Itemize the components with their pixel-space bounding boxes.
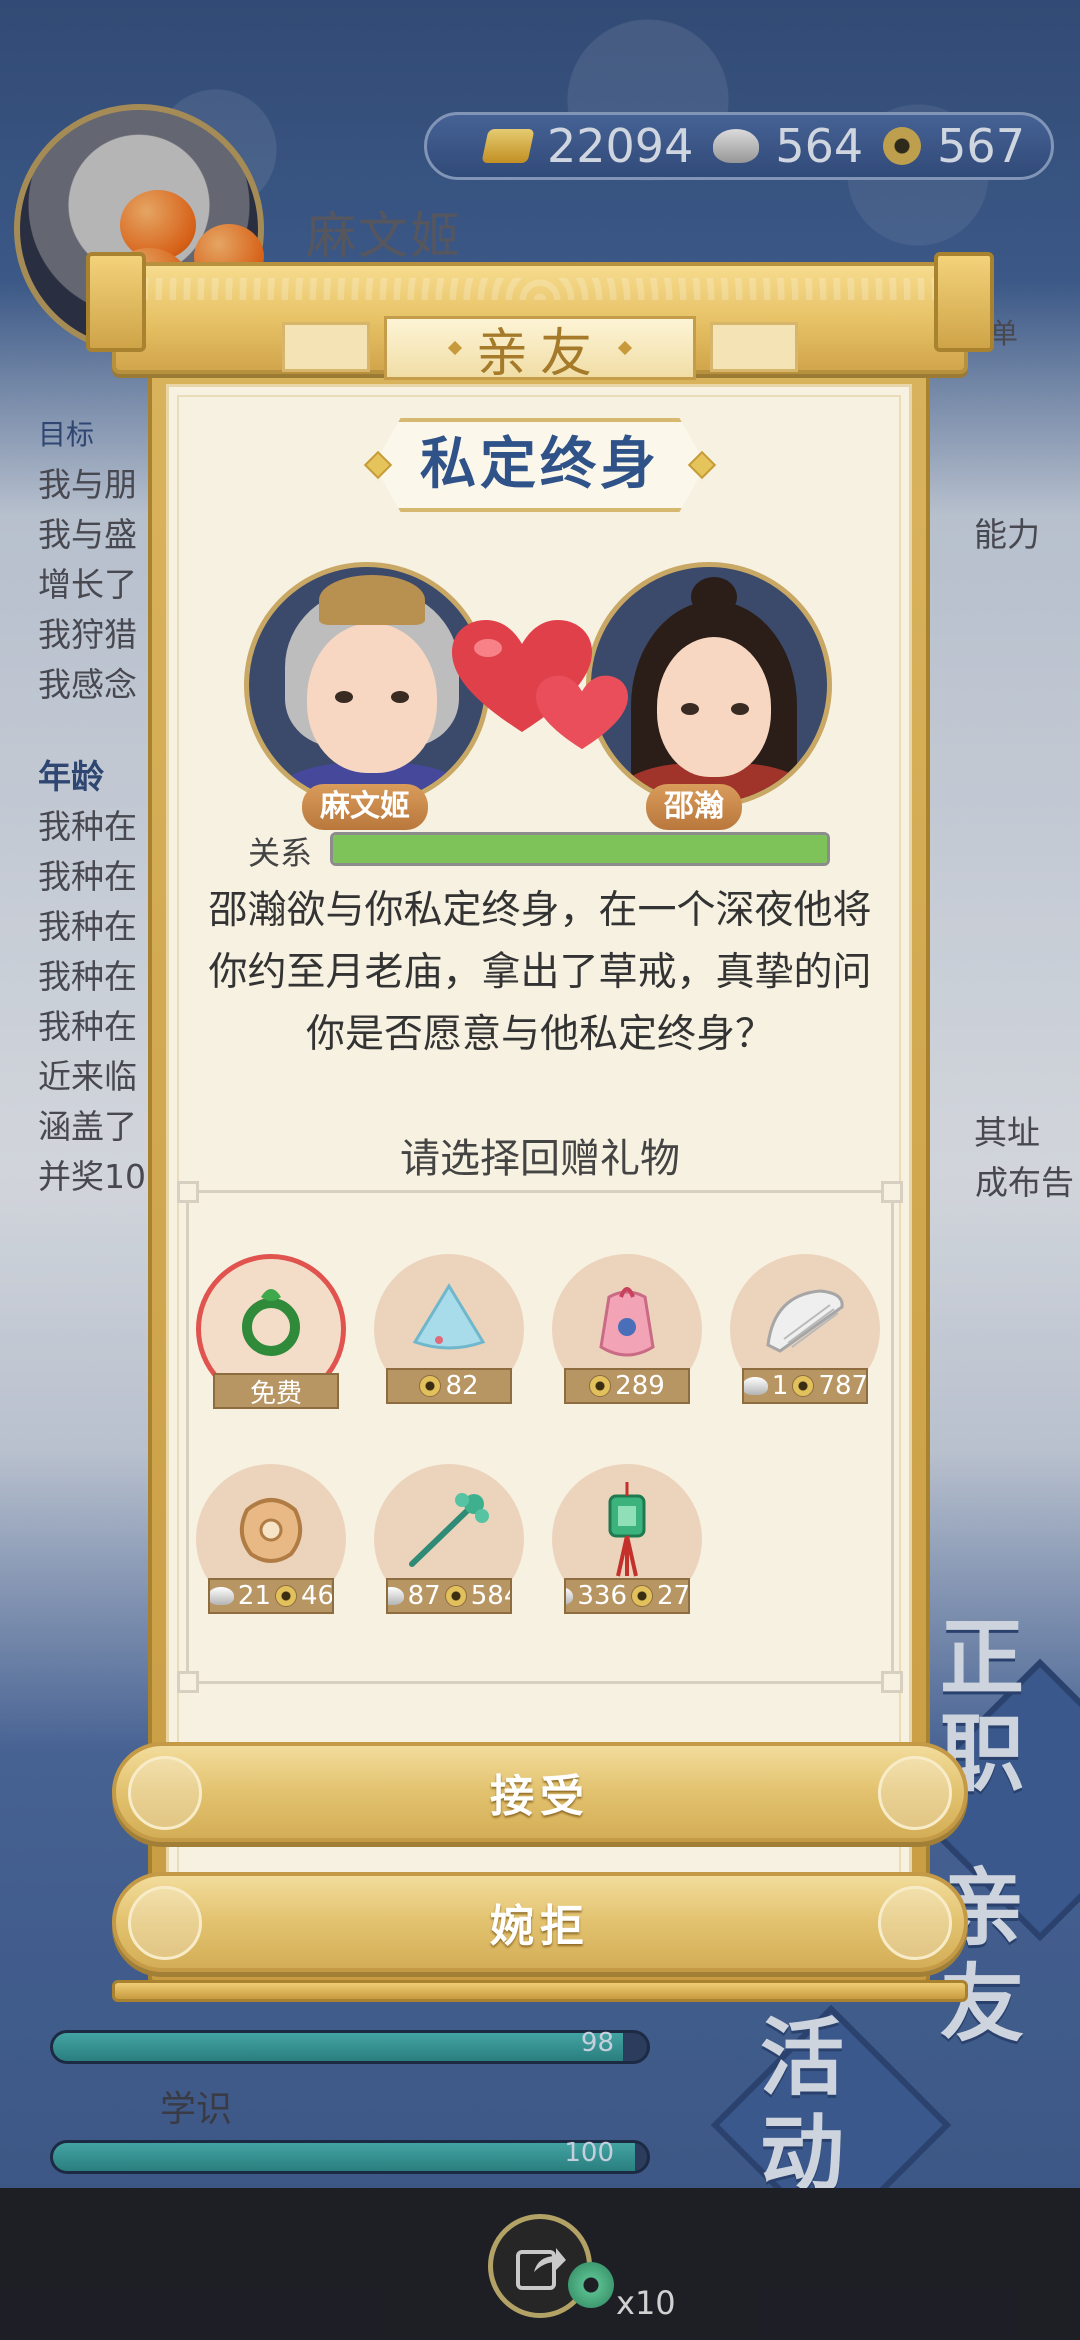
scroll-ornament — [878, 1756, 952, 1830]
gift-prompt: 请选择回赠礼物 — [400, 1136, 680, 1182]
event-title-plate: 私定终身 — [363, 418, 717, 512]
gift-hairpin[interactable]: 87 584 — [374, 1464, 524, 1614]
event-story: 邵瀚欲与你私定终身，在一个深夜他将你约至月老庙，拿出了草戒，真挚的问你是否愿意与… — [208, 888, 872, 1057]
frame-corner — [881, 1671, 903, 1693]
silver-ingot-icon — [388, 1587, 404, 1605]
gift-copper: 787 — [818, 1371, 868, 1401]
accept-button[interactable]: 接受 — [112, 1742, 968, 1842]
copper-coin-icon — [444, 1585, 467, 1607]
gift-price-text: 免费 — [249, 1378, 302, 1409]
decline-label: 婉拒 — [490, 1901, 590, 1952]
gift-jade-tassel[interactable]: 336 270 — [552, 1464, 702, 1614]
hair-bun — [691, 577, 737, 617]
event-title: 私定终身 — [420, 432, 660, 497]
frame-corner — [177, 1671, 199, 1693]
gift-copper: 289 — [615, 1371, 665, 1401]
gift-price: 289 — [564, 1368, 690, 1404]
gift-copper: 82 — [445, 1371, 479, 1401]
hairpin-icon — [409, 1493, 489, 1567]
eye — [731, 703, 749, 715]
copper-coin-icon — [419, 1375, 442, 1397]
hat — [319, 575, 425, 625]
jade-pendant-icon — [239, 1498, 303, 1563]
gift-copper: 270 — [657, 1581, 690, 1611]
gift-price: 1 787 — [742, 1368, 868, 1404]
decline-button[interactable]: 婉拒 — [112, 1872, 968, 1972]
eye — [335, 691, 353, 703]
copper-coin-icon — [792, 1375, 815, 1397]
copper-coin-icon — [631, 1585, 653, 1607]
comb-icon — [766, 1289, 844, 1353]
gift-price: 336 270 — [564, 1578, 690, 1614]
face — [307, 623, 437, 773]
dialog-category-label: 亲友 — [475, 323, 604, 384]
frame-corner — [881, 1181, 903, 1203]
dialog-category: 亲友 — [384, 316, 696, 384]
copper-coin-icon — [589, 1375, 612, 1397]
silver-ingot-icon — [566, 1587, 574, 1605]
gift-comb[interactable]: 1 787 — [730, 1254, 880, 1404]
gift-sachet[interactable]: 289 — [552, 1254, 702, 1404]
scroll-ornament — [128, 1886, 202, 1960]
relation-label: 关系 — [248, 834, 313, 872]
handkerchief-icon — [412, 1283, 486, 1350]
scroll-footer — [112, 1980, 968, 2002]
gift-silver: 1 — [771, 1371, 789, 1401]
eye — [391, 691, 409, 703]
accept-label: 接受 — [490, 1771, 590, 1822]
gift-copper: 584 — [470, 1581, 510, 1611]
gift-price: 免费 — [213, 1373, 339, 1409]
gift-price: 21 46 — [208, 1578, 334, 1614]
character-name-left: 麻文姬 — [302, 784, 428, 830]
gift-grass-ring[interactable]: 免费 — [196, 1254, 346, 1409]
scroll-end-left — [86, 252, 146, 352]
eye — [681, 703, 699, 715]
face — [657, 637, 771, 777]
gift-jade-pendant[interactable]: 21 46 — [196, 1464, 346, 1614]
header-ornament — [282, 322, 370, 372]
header-ornament — [710, 322, 798, 372]
gift-copper: 46 — [301, 1581, 334, 1611]
relation-fill — [333, 835, 827, 863]
jade-tassel-icon — [608, 1482, 646, 1577]
scroll-ornament — [878, 1886, 952, 1960]
silver-ingot-icon — [210, 1587, 234, 1605]
frame-corner — [177, 1181, 199, 1203]
gift-handkerchief[interactable]: 82 — [374, 1254, 524, 1404]
silver-ingot-icon — [744, 1377, 768, 1395]
ornament-dot — [617, 340, 633, 356]
scroll-ornament — [128, 1756, 202, 1830]
gift-price: 87 584 — [386, 1578, 512, 1614]
sachet-icon — [599, 1287, 655, 1357]
copper-coin-icon — [275, 1585, 297, 1607]
grass-ring-icon — [242, 1288, 300, 1356]
ornament-dot — [447, 340, 463, 356]
gift-silver: 87 — [407, 1581, 441, 1611]
relation-bar — [330, 832, 830, 866]
heart-icon — [536, 675, 628, 750]
character-name-right: 邵瀚 — [646, 784, 742, 830]
gift-silver: 21 — [237, 1581, 271, 1611]
scroll-end-right — [934, 252, 994, 352]
gift-silver: 336 — [577, 1581, 627, 1611]
gift-price: 82 — [386, 1368, 512, 1404]
